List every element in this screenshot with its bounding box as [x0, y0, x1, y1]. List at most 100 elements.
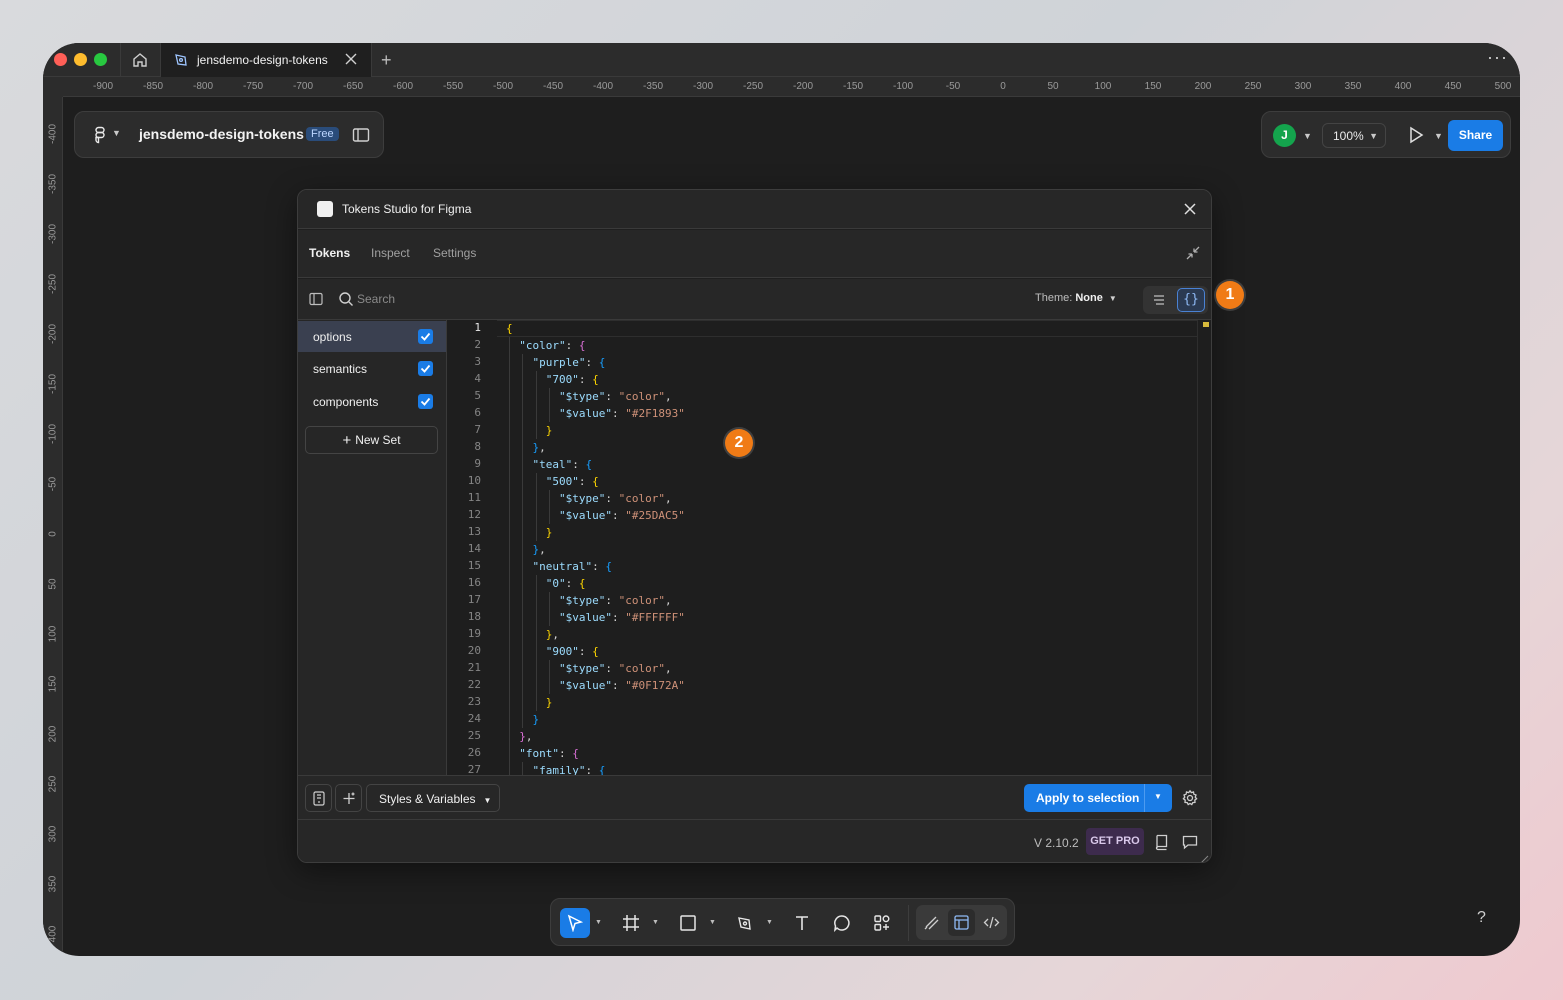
present-play-icon[interactable]: [1407, 125, 1425, 145]
indent-guide: [548, 405, 550, 422]
ruler-tick-label: -350: [47, 173, 59, 195]
line-number: 4: [474, 372, 481, 385]
indent-guide: [548, 592, 550, 609]
draw-mode-icon[interactable]: [918, 909, 945, 936]
theme-select[interactable]: Theme: None ▼: [1035, 292, 1117, 304]
ruler-tick-label: 100: [1094, 81, 1112, 92]
chevron-down-icon[interactable]: ▼: [652, 919, 659, 926]
tab-inspect[interactable]: Inspect: [371, 246, 410, 260]
tab-settings[interactable]: Settings: [433, 246, 476, 260]
editor-scrollbar[interactable]: [1197, 320, 1211, 775]
actions-tool[interactable]: [867, 908, 897, 938]
resize-handle-icon[interactable]: [1199, 852, 1209, 862]
set-checkbox[interactable]: [418, 329, 433, 344]
chevron-down-icon[interactable]: ▼: [766, 919, 773, 926]
docs-book-icon[interactable]: [1153, 833, 1171, 851]
new-set-button[interactable]: + New Set: [305, 426, 438, 454]
indent-guide: [509, 371, 510, 388]
set-checkbox[interactable]: [418, 361, 433, 376]
indent-guide: [535, 609, 537, 626]
comment-tool[interactable]: [827, 908, 857, 938]
toggle-sidebar-icon[interactable]: [352, 127, 370, 143]
chevron-down-icon[interactable]: ▼: [595, 919, 602, 926]
dev-mode-icon[interactable]: [978, 909, 1005, 936]
apply-to-selection-button[interactable]: Apply to selection ▼: [1024, 784, 1172, 812]
json-view-icon[interactable]: {}: [1177, 288, 1205, 312]
file-title[interactable]: jensdemo-design-tokens: [139, 126, 304, 142]
code-line: "700": {: [545, 373, 599, 386]
minimize-window-button[interactable]: [74, 53, 87, 66]
ruler-tick-label: -200: [47, 323, 59, 345]
ruler-tick-label: 50: [1047, 81, 1059, 92]
code-line: "0": {: [545, 577, 586, 590]
rectangle-tool[interactable]: [673, 908, 703, 938]
version-label: V 2.10.2: [1034, 836, 1079, 850]
indent-guide: [509, 473, 510, 490]
text-tool[interactable]: [787, 908, 817, 938]
line-number: 24: [467, 712, 481, 725]
indent-guide: [548, 388, 550, 405]
chevron-down-icon[interactable]: ▼: [1434, 131, 1443, 141]
indent-guide: [509, 643, 510, 660]
ruler-tick-label: 350: [1344, 81, 1362, 92]
divider: [1144, 784, 1145, 812]
list-view-icon[interactable]: [1150, 291, 1168, 309]
set-item-components[interactable]: components: [298, 386, 446, 417]
pen-tool-icon: [173, 52, 189, 68]
tokens-file-button[interactable]: [305, 784, 332, 812]
theme-value: None: [1075, 292, 1103, 304]
styles-variables-select[interactable]: Styles & Variables ▼: [366, 784, 500, 812]
tab-tokens[interactable]: Tokens: [309, 246, 350, 260]
indent-guide: [509, 592, 510, 609]
new-tab-button[interactable]: +: [381, 50, 392, 71]
zoom-window-button[interactable]: [94, 53, 107, 66]
toggle-sets-panel-icon[interactable]: [309, 292, 323, 306]
ruler-tick-label: -150: [47, 373, 59, 395]
feedback-chat-icon[interactable]: [1181, 833, 1199, 851]
plugin-footer: Styles & Variables ▼ Apply to selection ▼: [298, 775, 1211, 820]
app-window: jensdemo-design-tokens + ··· -900 -850 -80…: [43, 43, 1520, 956]
json-editor[interactable]: 1 2 3 4 5 6 7 8 9 10 11 12 13 14 15 16 17 18 19 20 21 22 23 24 2…: [447, 320, 1211, 775]
chevron-down-icon[interactable]: ▼: [1303, 131, 1312, 141]
indent-guide: [535, 388, 537, 405]
chevron-down-icon[interactable]: ▼: [112, 128, 121, 138]
set-checkbox[interactable]: [418, 394, 433, 409]
get-pro-button[interactable]: GET PRO: [1086, 828, 1144, 855]
share-button[interactable]: Share: [1448, 120, 1503, 151]
chevron-down-icon[interactable]: ▼: [709, 919, 716, 926]
search-input[interactable]: [357, 288, 657, 310]
frame-tool[interactable]: [616, 908, 646, 938]
home-icon[interactable]: [131, 51, 149, 69]
gear-icon[interactable]: [1181, 789, 1199, 807]
figma-logo-icon[interactable]: [91, 126, 109, 144]
design-mode-icon[interactable]: [948, 909, 975, 936]
close-window-button[interactable]: [54, 53, 67, 66]
set-item-semantics[interactable]: semantics: [298, 353, 446, 384]
indent-guide: [548, 507, 550, 524]
indent-guide: [535, 643, 537, 660]
ruler-tick-label: 0: [1000, 81, 1006, 92]
pen-tool[interactable]: [730, 908, 760, 938]
indent-guide: [509, 626, 510, 643]
apply-options-dropdown[interactable]: ▼: [1154, 792, 1162, 801]
minimize-icon[interactable]: [1184, 244, 1202, 262]
move-tool[interactable]: [560, 908, 590, 938]
ruler-tick-label: -300: [47, 223, 59, 245]
ruler-tick-label: -850: [142, 81, 164, 92]
divider: [120, 43, 121, 77]
share-toolbar: J ▼ 100% ▼ ▼ Share: [1261, 111, 1511, 158]
code-line: "$type": "color",: [558, 594, 672, 607]
indent-guide: [509, 660, 510, 677]
avatar[interactable]: J: [1273, 124, 1296, 147]
ruler-tick-label: 150: [1144, 81, 1162, 92]
line-number: 22: [467, 678, 481, 691]
callout-badge: 1: [1216, 281, 1244, 309]
help-button[interactable]: ?: [1477, 909, 1486, 927]
zoom-select[interactable]: 100% ▼: [1322, 123, 1386, 148]
close-icon[interactable]: [1181, 200, 1199, 218]
close-tab-icon[interactable]: [343, 51, 359, 67]
ai-sparkle-button[interactable]: [335, 784, 362, 812]
set-item-options[interactable]: options: [298, 321, 446, 352]
more-menu-button[interactable]: ···: [1487, 47, 1508, 68]
file-tab[interactable]: jensdemo-design-tokens: [161, 43, 371, 77]
